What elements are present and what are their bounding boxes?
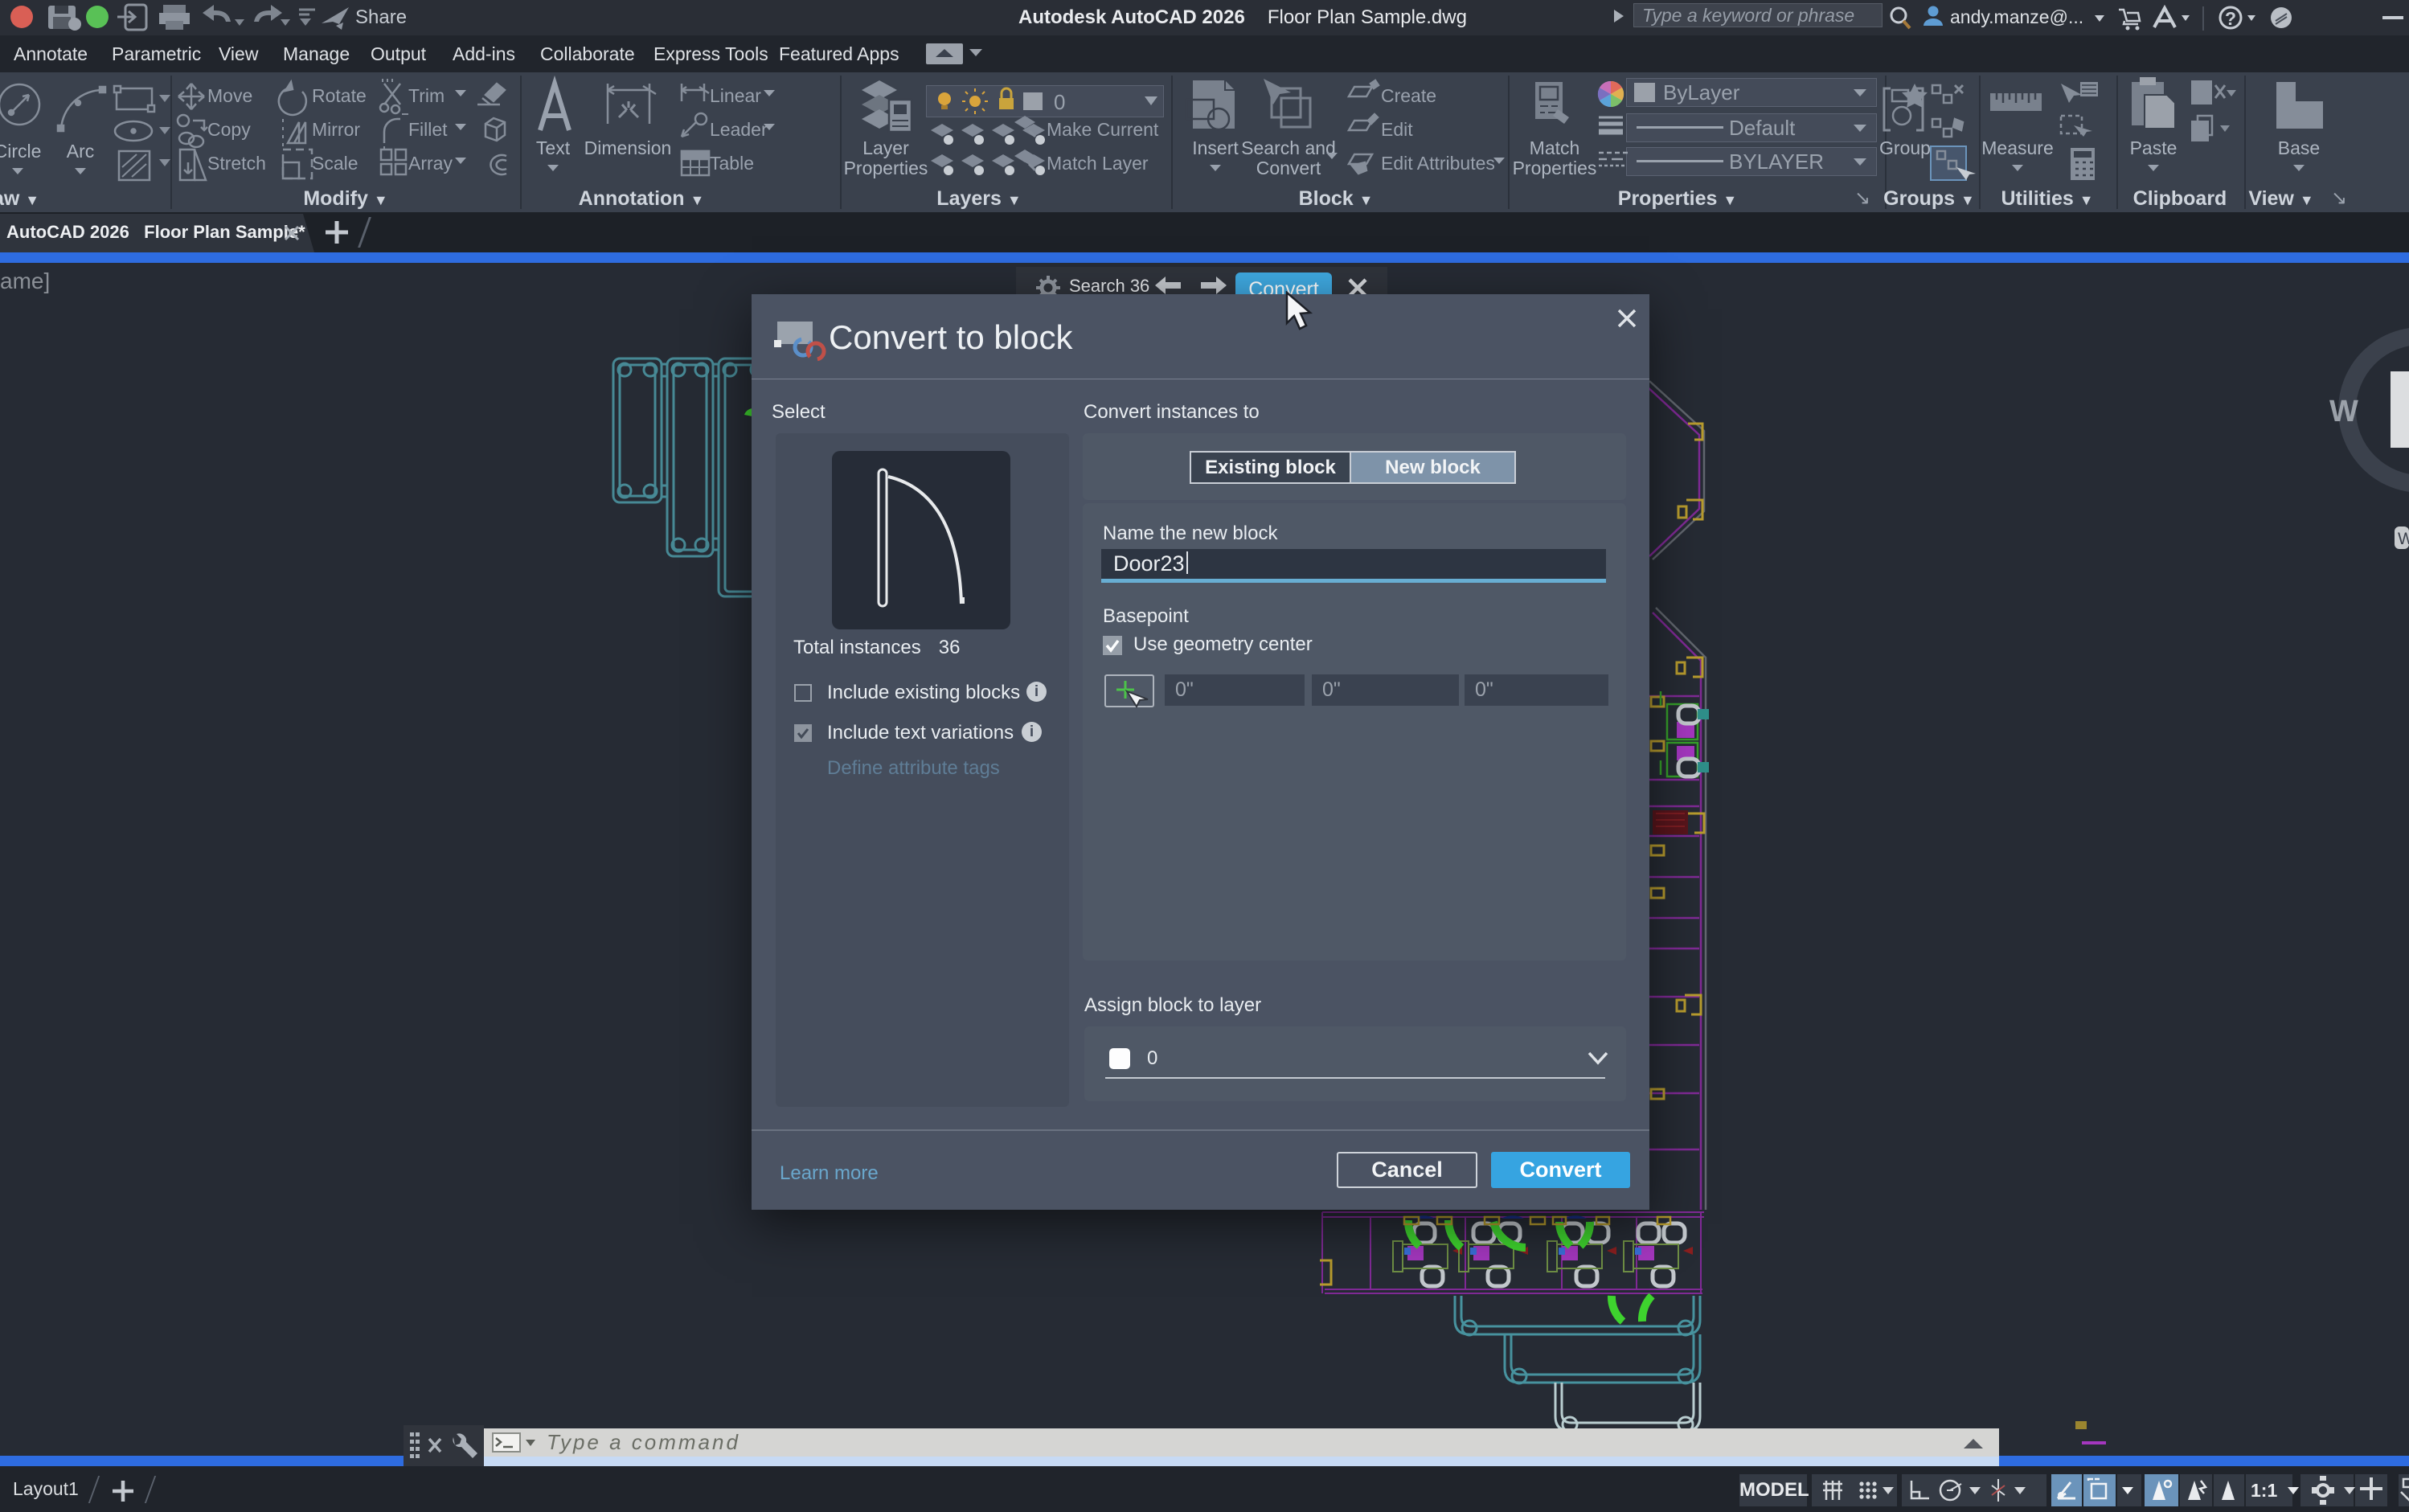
svg-text:W: W: [2329, 395, 2358, 428]
svg-text:0: 0: [1054, 90, 1065, 114]
svg-text:W: W: [2398, 530, 2409, 548]
svg-text:andy.manze@...: andy.manze@...: [1950, 6, 2083, 27]
svg-text:?: ?: [2225, 8, 2236, 29]
